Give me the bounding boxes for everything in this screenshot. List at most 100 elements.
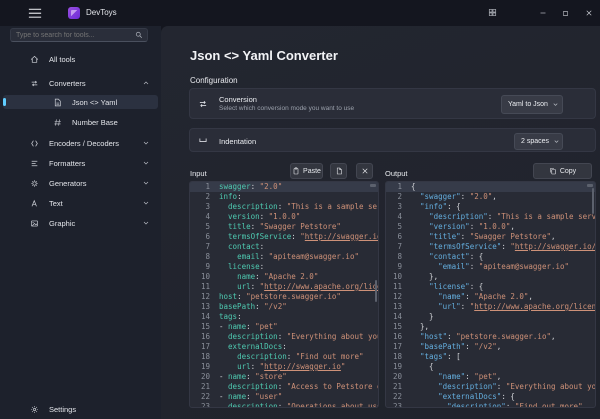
code-line: 6 termsOfService: "http://swagger.io/ter… <box>190 232 378 242</box>
sidebar-item-label: All tools <box>49 55 75 64</box>
search-icon <box>135 31 143 39</box>
gear-icon <box>30 405 39 414</box>
sidebar-item-encoders-decoders[interactable]: Encoders / Decoders <box>3 136 158 150</box>
code-line: 4 version: "1.0.0" <box>190 212 378 222</box>
encoders-icon <box>30 139 39 148</box>
input-editor[interactable]: 1swagger: "2.0"2info:3 description: "Thi… <box>189 181 379 408</box>
chevron-down-icon <box>142 139 150 147</box>
sidebar-item-generators[interactable]: Generators <box>3 176 158 190</box>
devtoys-logo <box>68 7 80 19</box>
sidebar: All tools Converters Json <> Yaml Number… <box>0 26 161 419</box>
copy-button-label: Copy <box>560 168 576 175</box>
conversion-mode-value: Yaml to Json <box>508 101 548 108</box>
paste-button[interactable]: Paste <box>290 163 323 179</box>
sidebar-item-settings[interactable]: Settings <box>3 402 158 416</box>
formatters-icon <box>30 159 39 168</box>
tool-search[interactable] <box>10 28 148 42</box>
copy-icon <box>549 167 557 175</box>
minimize-button[interactable] <box>531 0 554 26</box>
sidebar-item-graphic[interactable]: Graphic <box>3 216 158 230</box>
code-line: 21 "description": "Everything about your… <box>386 382 595 392</box>
indentation-title: Indentation <box>219 137 256 146</box>
conversion-title: Conversion <box>219 95 257 104</box>
close-button[interactable] <box>577 0 600 26</box>
code-line: 1swagger: "2.0" <box>190 182 378 192</box>
conversion-mode-dropdown[interactable]: Yaml to Json <box>501 95 563 114</box>
code-line: 13basePath: "/v2" <box>190 302 378 312</box>
converters-icon <box>30 79 39 88</box>
chevron-up-icon <box>142 79 150 87</box>
sidebar-item-json-yaml[interactable]: Json <> Yaml <box>3 95 158 109</box>
code-line: 2info: <box>190 192 378 202</box>
code-line: 7 contact: <box>190 242 378 252</box>
code-line: 17 "basePath": "/v2", <box>386 342 595 352</box>
search-input[interactable] <box>11 32 135 39</box>
json-yaml-icon <box>53 98 62 107</box>
code-line: 6 "title": "Swagger Petstore", <box>386 232 595 242</box>
chevron-down-icon <box>142 219 150 227</box>
chevron-down-icon <box>142 199 150 207</box>
chevron-down-icon <box>552 101 559 108</box>
file-icon <box>335 167 343 175</box>
output-label: Output <box>385 169 408 178</box>
code-line: 14tags: <box>190 312 378 322</box>
code-line: 21 description: "Access to Petstore orde… <box>190 382 378 392</box>
sidebar-item-label: Formatters <box>49 159 85 168</box>
chevron-down-icon <box>142 179 150 187</box>
sidebar-item-label: Text <box>49 199 63 208</box>
conversion-subtitle: Select which conversion mode you want to… <box>219 105 354 112</box>
code-line: 19 { <box>386 362 595 372</box>
indentation-value: 2 spaces <box>521 138 549 145</box>
copy-button[interactable]: Copy <box>533 163 592 179</box>
hamburger-menu-button[interactable] <box>28 8 42 18</box>
code-line: 10 }, <box>386 272 595 282</box>
number-base-icon <box>53 118 62 127</box>
code-line: 10 name: "Apache 2.0" <box>190 272 378 282</box>
sidebar-item-text[interactable]: Text <box>3 196 158 210</box>
close-icon <box>585 9 593 17</box>
sidebar-item-all-tools[interactable]: All tools <box>3 52 158 66</box>
conversion-icon <box>198 99 208 109</box>
code-line: 18 "tags": [ <box>386 352 595 362</box>
code-line: 11 "license": { <box>386 282 595 292</box>
page-title: Json <> Yaml Converter <box>190 48 338 63</box>
code-line: 5 title: "Swagger Petstore" <box>190 222 378 232</box>
input-label: Input <box>190 169 207 178</box>
paste-icon <box>292 167 300 175</box>
code-line: 14 } <box>386 312 595 322</box>
code-line: 9 license: <box>190 262 378 272</box>
chevron-down-icon <box>553 138 560 145</box>
conversion-setting-card: Conversion Select which conversion mode … <box>189 88 596 119</box>
code-line: 23 "description": "Find out more", <box>386 402 595 408</box>
scrollbar-corner[interactable] <box>370 184 376 187</box>
code-line: 18 description: "Find out more" <box>190 352 378 362</box>
code-line: 15 }, <box>386 322 595 332</box>
code-line: 8 email: "apiteam@swagger.io" <box>190 252 378 262</box>
indentation-dropdown[interactable]: 2 spaces <box>514 133 563 150</box>
code-line: 20 "name": "pet", <box>386 372 595 382</box>
output-editor[interactable]: 1{2 "swagger": "2.0",3 "info": {4 "descr… <box>385 181 596 408</box>
input-scrollbar-thumb[interactable] <box>375 280 378 302</box>
code-line: 17 externalDocs: <box>190 342 378 352</box>
clear-input-button[interactable] <box>356 163 373 179</box>
code-line: 4 "description": "This is a sample serve… <box>386 212 595 222</box>
code-line: 23 description: "Operations about user" <box>190 402 378 408</box>
devtoys-window: DevToys All tools Converters <box>0 0 600 419</box>
scrollbar-corner[interactable] <box>587 184 593 187</box>
open-file-button[interactable] <box>330 163 347 179</box>
sidebar-item-converters[interactable]: Converters <box>3 76 158 90</box>
sidebar-item-label: Encoders / Decoders <box>49 139 119 148</box>
sidebar-item-label: Generators <box>49 179 87 188</box>
code-line: 5 "version": "1.0.0", <box>386 222 595 232</box>
sidebar-item-formatters[interactable]: Formatters <box>3 156 158 170</box>
code-line: 3 "info": { <box>386 202 595 212</box>
sidebar-item-number-base[interactable]: Number Base <box>3 115 158 129</box>
indentation-setting-card: Indentation 2 spaces <box>189 128 596 152</box>
graphic-icon <box>30 219 39 228</box>
output-scrollbar-thumb[interactable] <box>592 188 595 214</box>
maximize-button[interactable] <box>554 0 577 26</box>
titlebar: DevToys <box>0 0 600 26</box>
app-title: DevToys <box>86 8 117 17</box>
code-line: 7 "termsOfService": "http://swagger.io/t… <box>386 242 595 252</box>
clear-icon <box>361 167 369 175</box>
